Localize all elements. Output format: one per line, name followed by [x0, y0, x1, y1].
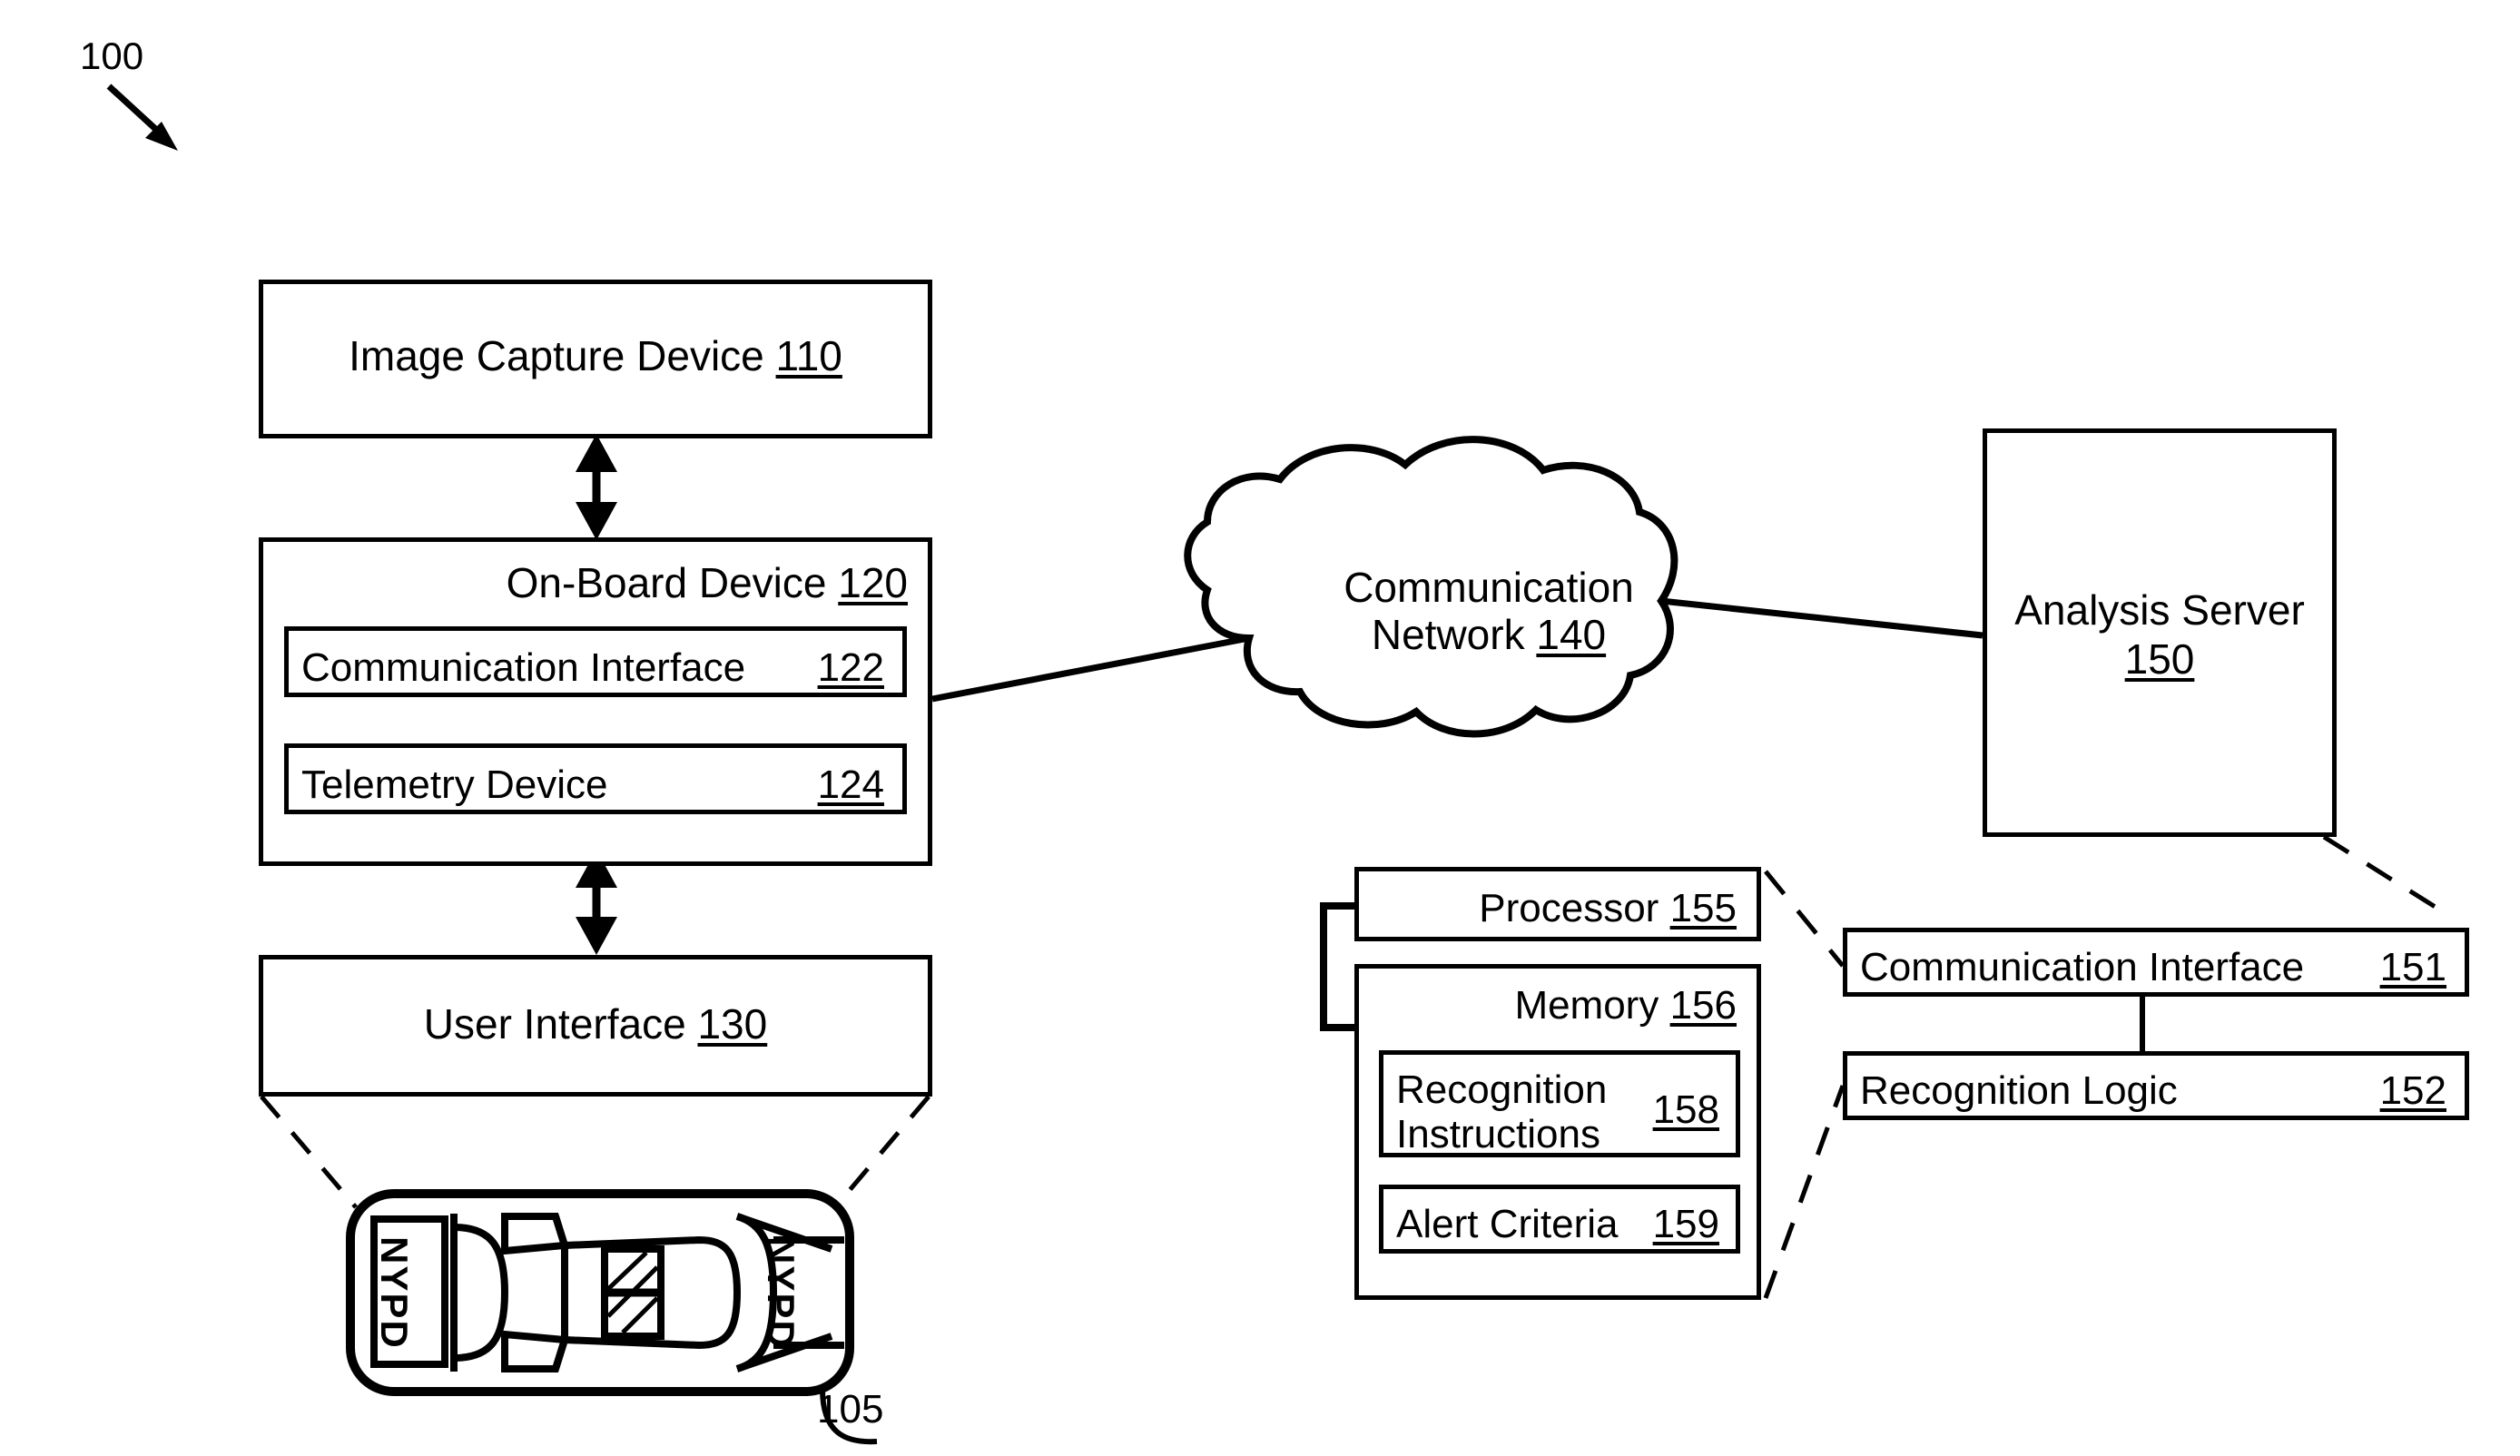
user-interface-box: User Interface 130: [259, 955, 932, 1097]
image-capture-device-box: Image Capture Device 110: [259, 280, 932, 438]
communication-network-line2: Network 140: [1342, 610, 1636, 659]
vehicle-marking-right: NYPD: [760, 1236, 802, 1350]
alert-criteria-159-ref: 159: [1652, 1202, 1719, 1246]
processor-155-label: Processor: [1479, 886, 1659, 930]
analysis-server-text: Analysis Server 150: [1987, 585, 2332, 684]
callout-processor-memory-group: [1763, 870, 1846, 1299]
recognition-logic-152-label: Recognition Logic: [1860, 1068, 2178, 1113]
communication-interface-122-label: Communication Interface: [301, 645, 746, 690]
user-interface-text: User Interface 130: [263, 999, 928, 1048]
recognition-logic-152-ref: 152: [2379, 1068, 2446, 1113]
communication-interface-122-box: Communication Interface 122: [284, 626, 907, 697]
alert-criteria-159-box: Alert Criteria 159: [1379, 1185, 1740, 1254]
link-onboard-to-network: [931, 635, 1250, 703]
callout-ui-to-vehicle: [260, 1095, 930, 1209]
alert-criteria-159-label: Alert Criteria: [1396, 1202, 1619, 1246]
patent-figure-100: 100 Image Capture Device 110 On-Board De…: [0, 0, 2520, 1456]
memory-156-label: Memory: [1514, 983, 1659, 1028]
callout-server-to-interfaces: [2322, 834, 2453, 920]
analysis-server-ref-line: 150: [1987, 635, 2332, 684]
arrow-capture-to-onboard: [576, 434, 617, 540]
vehicle-marking-left: NYPD: [373, 1236, 416, 1350]
user-interface-label: User Interface: [423, 1000, 686, 1048]
memory-156-ref: 156: [1669, 983, 1737, 1028]
analysis-server-box: Analysis Server 150: [1983, 428, 2337, 837]
image-capture-device-text: Image Capture Device 110: [263, 331, 928, 380]
analysis-server-label: Analysis Server: [2014, 586, 2305, 634]
memory-156-box: Memory 156 Recognition Instructions 158 …: [1354, 964, 1761, 1300]
recognition-instructions-158-label-line2: Instructions: [1396, 1112, 1600, 1157]
communication-network-ref: 140: [1536, 610, 1607, 658]
processor-155-box: Processor 155: [1354, 867, 1761, 941]
link-network-to-server: [1660, 597, 1984, 639]
telemetry-device-124-box: Telemetry Device 124: [284, 743, 907, 814]
processor-memory-bracket: [1320, 902, 1354, 1031]
telemetry-device-124-label: Telemetry Device: [301, 762, 608, 807]
processor-155-ref: 155: [1669, 886, 1737, 930]
communication-network-label-line1: Communication: [1344, 564, 1634, 611]
communication-network-label-line2: Network: [1371, 610, 1525, 658]
recognition-instructions-158-box: Recognition Instructions 158: [1379, 1050, 1740, 1157]
recognition-instructions-158-label: Recognition Instructions: [1396, 1067, 1607, 1157]
memory-156-text: Memory 156: [1514, 983, 1737, 1028]
communication-interface-151-box: Communication Interface 151: [1843, 928, 2469, 997]
vehicle-ref-label: 105: [817, 1387, 884, 1431]
processor-155-text: Processor 155: [1479, 886, 1737, 931]
image-capture-device-label: Image Capture Device: [349, 332, 764, 379]
recognition-logic-152-box: Recognition Logic 152: [1843, 1051, 2469, 1120]
analysis-server-ref: 150: [2124, 635, 2195, 683]
figure-number-arrow: [106, 84, 178, 151]
recognition-instructions-158-ref: 158: [1652, 1087, 1719, 1132]
communication-interface-151-ref: 151: [2379, 945, 2446, 989]
figure-number: 100: [80, 34, 144, 77]
telemetry-device-124-ref: 124: [817, 762, 884, 807]
recognition-instructions-158-label-line1: Recognition: [1396, 1067, 1608, 1112]
on-board-device-title: On-Board Device 120: [506, 559, 908, 607]
on-board-device-box: On-Board Device 120 Communication Interf…: [259, 537, 932, 866]
communication-interface-151-label: Communication Interface: [1860, 945, 2305, 989]
image-capture-device-ref: 110: [775, 332, 842, 379]
on-board-device-label: On-Board Device: [506, 559, 827, 606]
user-interface-ref: 130: [697, 1000, 768, 1048]
on-board-device-ref: 120: [838, 559, 908, 606]
communication-network-text: Communication Network 140: [1342, 564, 1636, 659]
communication-interface-122-ref: 122: [817, 645, 884, 690]
